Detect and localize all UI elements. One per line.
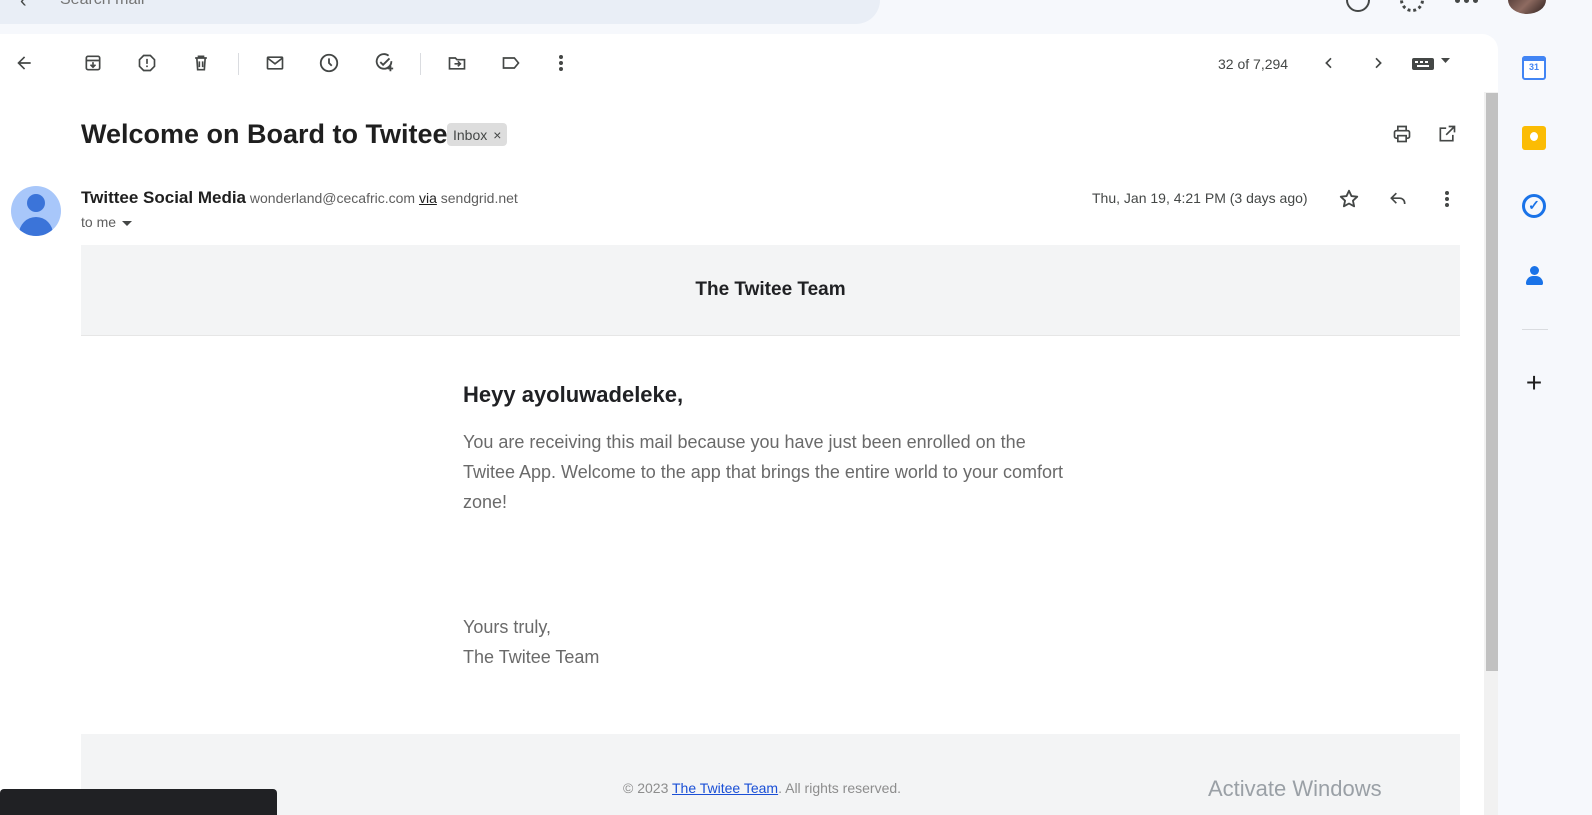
inbox-label-chip[interactable]: Inbox × [447, 123, 508, 146]
scrollbar-thumb[interactable] [1486, 93, 1498, 671]
notification-toast [0, 789, 277, 815]
contacts-icon[interactable] [1522, 264, 1546, 288]
signoff-line: Yours truly, [463, 617, 552, 637]
email-paragraph: You are receiving this mail because you … [463, 432, 1063, 512]
label-chip-text: Inbox [453, 126, 488, 143]
google-apps-icon[interactable] [1455, 0, 1479, 8]
archive-icon[interactable] [81, 51, 105, 75]
keyboard-input-icon[interactable] [1410, 51, 1454, 75]
help-icon[interactable] [1346, 0, 1370, 12]
delete-icon[interactable] [189, 51, 213, 75]
via-link[interactable]: via [419, 190, 437, 206]
older-chevron-right-icon[interactable] [1366, 51, 1390, 75]
email-banner-title: The Twitee Team [695, 279, 846, 300]
via-domain: sendgrid.net [440, 190, 518, 206]
sender-email: wonderland@cecafric.com [249, 190, 416, 206]
mail-view: 32 of 7,294 Welcome on Board to Twitee! … [0, 34, 1498, 815]
toolbar-divider [238, 53, 239, 75]
email-signoff: Yours truly, The Twitee Team [463, 612, 599, 672]
move-to-icon[interactable] [445, 51, 469, 75]
email-footer: © 2023 The Twitee Team. All rights reser… [81, 734, 1460, 815]
message-toolbar: 32 of 7,294 [0, 34, 1498, 92]
keep-icon[interactable] [1522, 126, 1546, 150]
label-icon[interactable] [499, 51, 523, 75]
get-addons-plus-icon[interactable]: + [1522, 369, 1546, 397]
remove-label-icon[interactable]: × [493, 127, 501, 143]
copyright-suffix: . All rights reserved. [778, 780, 902, 796]
newer-chevron-left-icon[interactable] [1317, 51, 1341, 75]
recipient-text: to me [81, 214, 117, 230]
message-more-icon[interactable] [1435, 187, 1459, 211]
sender-line: Twittee Social Media wonderland@cecafric… [81, 188, 518, 208]
back-arrow-icon[interactable] [12, 51, 36, 75]
copyright-text: © 2023 The Twitee Team. All rights reser… [623, 780, 901, 796]
star-icon[interactable] [1337, 187, 1361, 211]
tasks-icon[interactable]: ✓ [1522, 194, 1546, 218]
snooze-icon[interactable] [317, 51, 341, 75]
settings-gear-icon[interactable] [1400, 0, 1424, 12]
copyright-prefix: © 2023 [623, 780, 669, 796]
top-bar: ‹ [0, 0, 1592, 34]
side-panel: 31 ✓ + [1498, 34, 1592, 815]
signoff-team: The Twitee Team [463, 647, 600, 667]
report-spam-icon[interactable] [135, 51, 159, 75]
email-subject: Welcome on Board to Twitee! [81, 119, 457, 149]
mark-unread-icon[interactable] [263, 51, 287, 75]
search-back-icon[interactable]: ‹ [20, 0, 27, 11]
footer-team-link[interactable]: The Twitee Team [672, 780, 778, 796]
search-input[interactable] [60, 0, 760, 10]
add-to-tasks-icon[interactable] [372, 51, 396, 75]
reply-icon[interactable] [1386, 187, 1410, 211]
email-banner: The Twitee Team [81, 245, 1460, 336]
side-panel-divider [1522, 329, 1548, 330]
open-new-window-icon[interactable] [1435, 122, 1459, 146]
toolbar-divider [420, 53, 421, 75]
recipient-details-toggle[interactable]: to me [81, 214, 133, 230]
calendar-icon[interactable]: 31 [1522, 56, 1546, 80]
more-vert-icon[interactable] [549, 51, 573, 75]
account-avatar[interactable] [1508, 0, 1546, 14]
email-greeting: Heyy ayoluwadeleke, [463, 382, 684, 407]
activate-windows-watermark: Activate Windows [1208, 776, 1382, 801]
caret-down-icon[interactable] [122, 220, 133, 226]
print-icon[interactable] [1390, 122, 1414, 146]
message-counter: 32 of 7,294 [1218, 56, 1289, 72]
message-scrollbar[interactable] [1484, 92, 1498, 815]
email-datetime: Thu, Jan 19, 4:21 PM (3 days ago) [1092, 190, 1308, 206]
sender-name[interactable]: Twittee Social Media [81, 188, 246, 207]
sender-avatar[interactable] [11, 186, 61, 236]
search-bar[interactable]: ‹ [0, 0, 880, 24]
